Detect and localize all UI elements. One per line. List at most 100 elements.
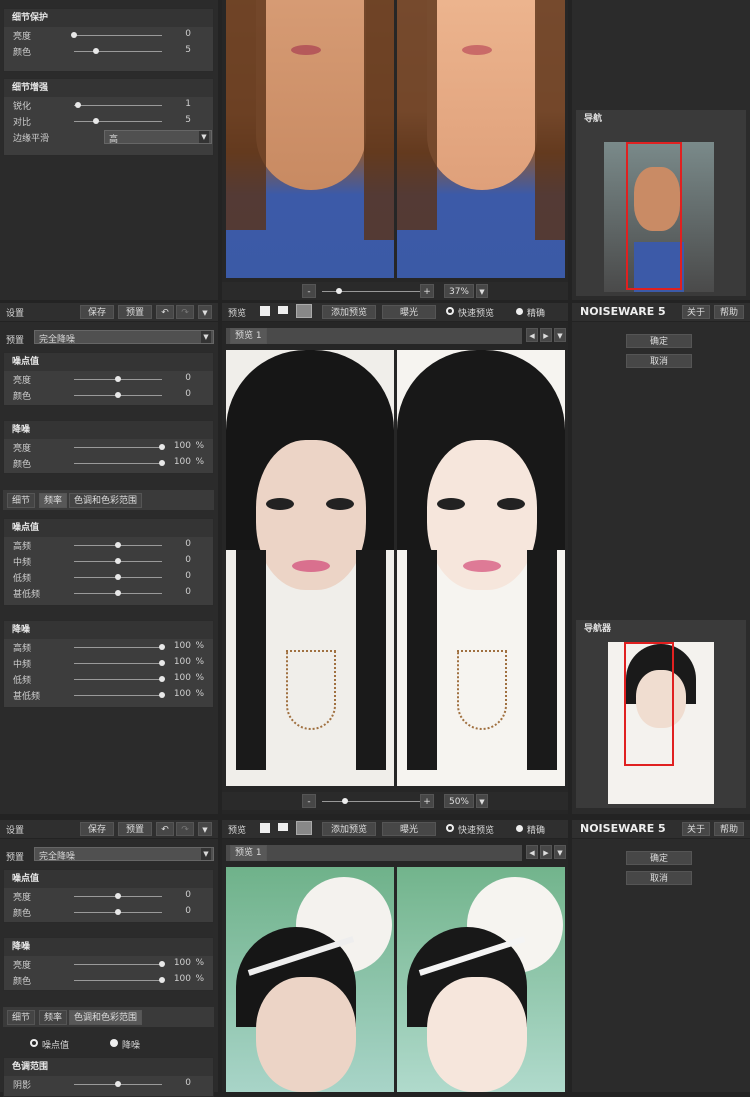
accurate-radio[interactable]	[516, 825, 523, 832]
chevron-down-icon[interactable]: ▼	[198, 822, 212, 836]
undo-icon[interactable]: ↶	[156, 822, 174, 836]
brand-bar-2: NOISEWARE 5 关于 帮助	[572, 303, 750, 321]
zoom-in-button[interactable]: +	[420, 794, 434, 808]
split-vertical-icon[interactable]	[296, 821, 312, 835]
tab-detail[interactable]: 细节	[7, 1010, 36, 1025]
tab-next-icon[interactable]: ▶	[540, 328, 552, 342]
slider-knob[interactable]	[115, 558, 121, 564]
slider-knob[interactable]	[115, 1081, 121, 1087]
zoom-out-button[interactable]: -	[302, 794, 316, 808]
ok-button[interactable]: 确定	[626, 851, 692, 865]
preview-tab-1[interactable]: 预览 1	[230, 845, 267, 861]
undo-icon[interactable]: ↶	[156, 305, 174, 319]
navigator-viewport-frame[interactable]	[626, 142, 682, 290]
tab-frequency[interactable]: 频率	[39, 493, 68, 508]
slider-knob[interactable]	[115, 909, 121, 915]
navigator-viewport-frame[interactable]	[624, 642, 674, 766]
zoom-slider-knob[interactable]	[336, 288, 342, 294]
slider-knob[interactable]	[115, 392, 121, 398]
help-button[interactable]: 帮助	[714, 305, 744, 319]
preview-tab-1[interactable]: 预览 1	[230, 328, 267, 344]
slider-knob[interactable]	[93, 118, 99, 124]
tab-frequency[interactable]: 频率	[39, 1010, 68, 1025]
slider-knob[interactable]	[115, 542, 121, 548]
slider-label: 颜色	[13, 460, 32, 470]
save-button[interactable]: 保存	[80, 822, 114, 836]
tab-strip: 细节 频率 色调和色彩范围	[3, 1007, 214, 1027]
slider-track[interactable]	[74, 105, 162, 106]
slider-knob[interactable]	[115, 574, 121, 580]
frequency-reduction-section: 降噪 高频 100% 中频 100% 低频 100% 甚低频 100%	[3, 620, 214, 708]
single-view-icon[interactable]	[260, 823, 270, 833]
cancel-button[interactable]: 取消	[626, 871, 692, 885]
save-button[interactable]: 保存	[80, 305, 114, 319]
slider-track[interactable]	[74, 647, 162, 648]
slider-track[interactable]	[74, 964, 162, 965]
exposure-button[interactable]: 曝光	[382, 305, 436, 319]
slider-label: 锐化	[13, 102, 32, 112]
fast-preview-radio[interactable]	[446, 824, 454, 832]
chevron-down-icon[interactable]: ▼	[476, 794, 488, 808]
slider-row: 中频 100%	[4, 655, 213, 671]
chevron-down-icon[interactable]: ▼	[554, 845, 566, 859]
split-horizontal-icon[interactable]	[278, 306, 288, 316]
split-vertical-icon[interactable]	[296, 304, 312, 318]
zoom-value[interactable]: 50%	[444, 794, 474, 808]
slider-knob[interactable]	[115, 376, 121, 382]
preset-select[interactable]: 完全降噪 ▼	[34, 847, 214, 862]
preset-select[interactable]: 完全降噪 ▼	[34, 330, 214, 345]
tab-prev-icon[interactable]: ◀	[526, 328, 538, 342]
preset-button[interactable]: 预置	[118, 822, 152, 836]
slider-knob[interactable]	[115, 893, 121, 899]
single-view-icon[interactable]	[260, 306, 270, 316]
zoom-slider-knob[interactable]	[342, 798, 348, 804]
slider-track[interactable]	[74, 463, 162, 464]
zoom-value[interactable]: 37%	[444, 284, 474, 298]
about-button[interactable]: 关于	[682, 305, 710, 319]
slider-knob[interactable]	[115, 590, 121, 596]
slider-knob[interactable]	[93, 48, 99, 54]
noise-level-radio[interactable]	[30, 1039, 38, 1047]
tab-tone-color[interactable]: 色调和色彩范围	[69, 1010, 143, 1025]
chevron-down-icon: ▼	[201, 331, 211, 343]
exposure-button[interactable]: 曝光	[382, 822, 436, 836]
preset-button[interactable]: 预置	[118, 305, 152, 319]
help-button[interactable]: 帮助	[714, 822, 744, 836]
tab-prev-icon[interactable]: ◀	[526, 845, 538, 859]
slider-track[interactable]	[74, 447, 162, 448]
slider-value: 0	[185, 906, 191, 916]
zoom-in-button[interactable]: +	[420, 284, 434, 298]
edge-smooth-select[interactable]: 高 ▼	[104, 130, 212, 145]
add-preview-button[interactable]: 添加预览	[322, 822, 376, 836]
zoom-slider-track[interactable]	[322, 801, 422, 802]
slider-track[interactable]	[74, 679, 162, 680]
cancel-button[interactable]: 取消	[626, 354, 692, 368]
slider-track[interactable]	[74, 663, 162, 664]
redo-icon[interactable]: ↷	[176, 305, 194, 319]
tab-tone-color[interactable]: 色调和色彩范围	[69, 493, 143, 508]
tab-next-icon[interactable]: ▶	[540, 845, 552, 859]
accurate-radio[interactable]	[516, 308, 523, 315]
slider-knob[interactable]	[71, 32, 77, 38]
slider-track[interactable]	[74, 35, 162, 36]
slider-track[interactable]	[74, 51, 162, 52]
slider-knob[interactable]	[75, 102, 82, 108]
slider-value: 100	[173, 673, 191, 683]
chevron-down-icon[interactable]: ▼	[554, 328, 566, 342]
zoom-out-button[interactable]: -	[302, 284, 316, 298]
reduction-radio[interactable]	[110, 1039, 118, 1047]
unit-label: %	[195, 657, 204, 667]
about-button[interactable]: 关于	[682, 822, 710, 836]
split-horizontal-icon[interactable]	[278, 823, 288, 833]
slider-track[interactable]	[74, 695, 162, 696]
ok-button[interactable]: 确定	[626, 334, 692, 348]
slider-track[interactable]	[74, 121, 162, 122]
chevron-down-icon[interactable]: ▼	[198, 305, 212, 319]
fast-preview-radio[interactable]	[446, 307, 454, 315]
redo-icon[interactable]: ↷	[176, 822, 194, 836]
tab-detail[interactable]: 细节	[7, 493, 36, 508]
slider-value: 0	[185, 890, 191, 900]
chevron-down-icon[interactable]: ▼	[476, 284, 488, 298]
slider-track[interactable]	[74, 980, 162, 981]
add-preview-button[interactable]: 添加预览	[322, 305, 376, 319]
